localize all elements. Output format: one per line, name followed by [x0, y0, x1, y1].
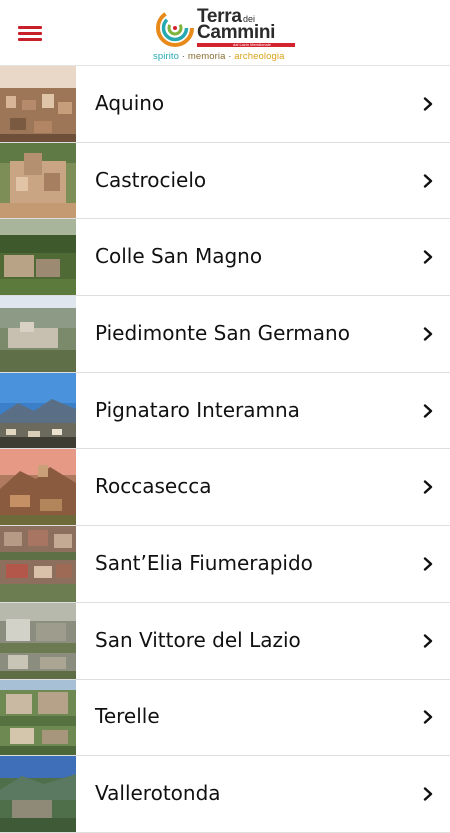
- list-item-sant-elia-fiumerapido[interactable]: Sant’Elia Fiumerapido: [0, 526, 450, 603]
- logo-tagline: spirito · memoria · archeologia: [153, 51, 284, 62]
- town-name: Sant’Elia Fiumerapido: [95, 551, 313, 576]
- tagline-separator: ·: [181, 51, 186, 62]
- chevron-right-icon: [423, 327, 433, 341]
- chevron-right-icon: [423, 557, 433, 571]
- list-item-roccasecca[interactable]: Roccasecca: [0, 449, 450, 527]
- chevron-right-icon: [423, 403, 433, 418]
- list-item-san-vittore-del-lazio[interactable]: San Vittore del Lazio: [0, 602, 450, 680]
- town-thumbnail: [0, 142, 76, 219]
- town-thumbnail: [0, 219, 76, 296]
- chevron-right-icon: [423, 787, 433, 801]
- tagline-archeologia: archeologia: [234, 51, 285, 62]
- logo-spiral-icon: [156, 9, 194, 47]
- town-thumbnail: [0, 296, 76, 372]
- list-item-pignataro-interamna[interactable]: Pignataro Interamna: [0, 372, 450, 450]
- list-item-vallerotonda[interactable]: Vallerotonda: [0, 756, 450, 833]
- chevron-right-icon: [423, 250, 433, 264]
- town-thumbnail: [0, 372, 76, 449]
- list-item-piedimonte-san-germano[interactable]: Piedimonte San Germano: [0, 296, 450, 373]
- town-name: Roccasecca: [95, 474, 212, 499]
- tagline-spirito: spirito: [153, 51, 180, 62]
- app-header: Terra dei Cammini dal Lazio Meridionale …: [0, 0, 450, 66]
- hamburger-menu-icon[interactable]: [18, 24, 44, 44]
- list-item-aquino[interactable]: Aquino: [0, 66, 450, 143]
- town-name: Aquino: [95, 90, 165, 115]
- town-list: Aquino Castrocielo Colle San Magno Piedi…: [0, 66, 450, 833]
- chevron-right-icon: [423, 173, 433, 188]
- town-thumbnail: [0, 679, 76, 756]
- town-thumbnail: [0, 449, 76, 526]
- logo-bar-text: dal Lazio Meridionale: [233, 42, 271, 47]
- town-name: Terelle: [95, 704, 160, 729]
- town-name: Colle San Magno: [95, 244, 263, 269]
- chevron-right-icon: [423, 97, 433, 111]
- town-name: Piedimonte San Germano: [95, 320, 350, 345]
- town-thumbnail: [0, 756, 76, 832]
- tagline-memoria: memoria: [187, 51, 226, 62]
- chevron-right-icon: [423, 710, 433, 725]
- list-item-colle-san-magno[interactable]: Colle San Magno: [0, 219, 450, 297]
- terra-dei-cammini-logo[interactable]: Terra dei Cammini dal Lazio Meridionale …: [153, 6, 299, 62]
- list-item-castrocielo[interactable]: Castrocielo: [0, 142, 450, 220]
- tagline-separator: ·: [228, 51, 232, 62]
- list-item-terelle[interactable]: Terelle: [0, 679, 450, 757]
- town-thumbnail: [0, 526, 76, 602]
- town-thumbnail: [0, 602, 76, 679]
- town-name: Vallerotonda: [95, 781, 221, 806]
- town-thumbnail: [0, 66, 76, 142]
- chevron-right-icon: [423, 480, 433, 494]
- town-name: San Vittore del Lazio: [95, 627, 301, 652]
- logo-title-cammini: Cammini: [197, 22, 276, 43]
- town-name: Pignataro Interamna: [95, 397, 300, 422]
- town-name: Castrocielo: [95, 167, 207, 192]
- chevron-right-icon: [423, 633, 433, 648]
